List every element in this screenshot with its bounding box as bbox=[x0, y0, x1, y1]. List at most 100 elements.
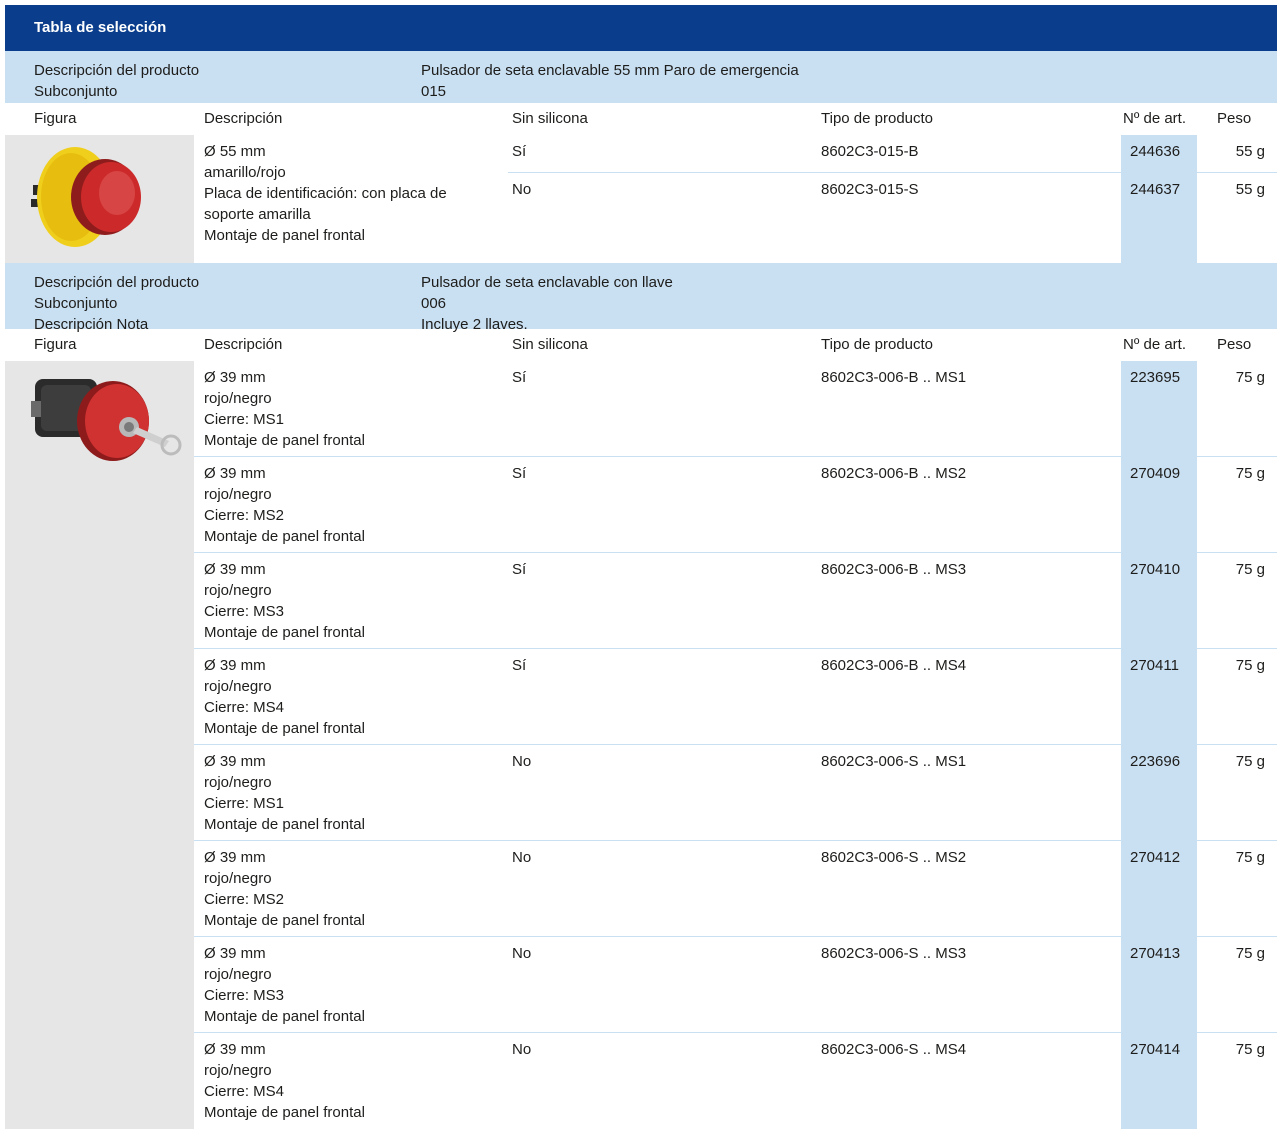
type-value: 8602C3-015-B bbox=[821, 143, 919, 160]
product-description: Ø 39 mm rojo/negro Cierre: MS2 Montaje de p… bbox=[204, 847, 365, 931]
table-title: Tabla de selección bbox=[5, 5, 1277, 51]
desc-line: Montaje de panel frontal bbox=[204, 912, 365, 929]
desc-line: rojo/negro bbox=[204, 582, 272, 599]
value-product-description: Pulsador de seta enclavable 55 mm Paro d… bbox=[421, 62, 799, 79]
peso-value: 75 g bbox=[1235, 1041, 1265, 1058]
desc-line: rojo/negro bbox=[204, 678, 272, 695]
type-value: 8602C3-015-S bbox=[821, 181, 919, 198]
desc-line: rojo/negro bbox=[204, 966, 272, 983]
product-description: Ø 39 mm rojo/negro Cierre: MS2 Montaje de p… bbox=[204, 463, 365, 547]
product-description: Ø 39 mm rojo/negro Cierre: MS3 Montaje de p… bbox=[204, 559, 365, 643]
product-description: Ø 39 mm rojo/negro Cierre: MS4 Montaje de p… bbox=[204, 1039, 365, 1123]
label-subassembly: Subconjunto bbox=[34, 295, 118, 312]
label-product-description: Descripción del producto bbox=[34, 62, 200, 79]
header-peso: Peso bbox=[1217, 110, 1252, 127]
art-value: 244637 bbox=[1130, 181, 1181, 198]
sil-value: No bbox=[512, 753, 532, 770]
sil-value: Sí bbox=[512, 369, 527, 386]
column-header-row: Figura Descripción Sin silicona Tipo de … bbox=[5, 103, 1277, 135]
product-info-006: Descripción del producto Subconjunto Des… bbox=[5, 263, 1277, 333]
sil-value: No bbox=[512, 1041, 532, 1058]
art-value: 270412 bbox=[1130, 849, 1181, 866]
desc-line: Montaje de panel frontal bbox=[204, 528, 365, 545]
type-value: 8602C3-006-S .. MS3 bbox=[821, 945, 967, 962]
header-tipo: Tipo de producto bbox=[821, 110, 934, 127]
peso-value: 75 g bbox=[1235, 753, 1265, 770]
desc-line: Ø 39 mm bbox=[204, 465, 266, 482]
art-value: 270413 bbox=[1130, 945, 1181, 962]
desc-line: Montaje de panel frontal bbox=[204, 720, 365, 737]
desc-line: rojo/negro bbox=[204, 486, 272, 503]
product-group-015: Ø 55 mm amarillo/rojo Placa de identific… bbox=[5, 135, 1277, 263]
art-value: 270410 bbox=[1130, 561, 1181, 578]
desc-line: Cierre: MS3 bbox=[204, 603, 285, 620]
desc-line: rojo/negro bbox=[204, 390, 272, 407]
sil-value: Sí bbox=[512, 561, 527, 578]
desc-line: Cierre: MS2 bbox=[204, 891, 285, 908]
table-row: Ø 39 mm rojo/negro Cierre: MS4 Montaje de p… bbox=[5, 1033, 1277, 1128]
type-value: 8602C3-006-B .. MS3 bbox=[821, 561, 967, 578]
desc-line: Cierre: MS1 bbox=[204, 411, 285, 428]
desc-line: Montaje de panel frontal bbox=[204, 1104, 365, 1121]
sil-value: Sí bbox=[512, 143, 527, 160]
header-descripcion: Descripción bbox=[204, 336, 283, 353]
value-subassembly: 015 bbox=[421, 83, 447, 100]
table-row: Ø 39 mm rojo/negro Cierre: MS3 Montaje de p… bbox=[5, 937, 1277, 1032]
product-description: Ø 39 mm rojo/negro Cierre: MS4 Montaje de p… bbox=[204, 655, 365, 739]
type-value: 8602C3-006-S .. MS2 bbox=[821, 849, 967, 866]
art-value: 270414 bbox=[1130, 1041, 1181, 1058]
desc-line: Montaje de panel frontal bbox=[204, 432, 365, 449]
art-value: 270411 bbox=[1130, 657, 1179, 674]
art-value: 223696 bbox=[1130, 753, 1181, 770]
desc-line: Ø 39 mm bbox=[204, 657, 266, 674]
art-value: 244636 bbox=[1130, 143, 1181, 160]
desc-line: Cierre: MS1 bbox=[204, 795, 285, 812]
product-description: Ø 39 mm rojo/negro Cierre: MS1 Montaje de p… bbox=[204, 751, 365, 835]
header-art: Nº de art. bbox=[1123, 336, 1187, 353]
desc-line: rojo/negro bbox=[204, 1062, 272, 1079]
table-row: Ø 39 mm rojo/negro Cierre: MS1 Montaje de p… bbox=[5, 745, 1277, 840]
desc-line: Ø 39 mm bbox=[204, 945, 266, 962]
header-figura: Figura bbox=[34, 110, 77, 127]
desc-line: Cierre: MS2 bbox=[204, 507, 285, 524]
peso-value: 75 g bbox=[1235, 945, 1265, 962]
table-row: Ø 39 mm rojo/negro Cierre: MS4 Montaje de p… bbox=[5, 649, 1277, 744]
value-subassembly: 006 bbox=[421, 295, 447, 312]
type-value: 8602C3-006-S .. MS1 bbox=[821, 753, 967, 770]
type-value: 8602C3-006-B .. MS2 bbox=[821, 465, 967, 482]
desc-line: rojo/negro bbox=[204, 774, 272, 791]
header-art: Nº de art. bbox=[1123, 110, 1187, 127]
peso-value: 55 g bbox=[1235, 181, 1265, 198]
art-value: 223695 bbox=[1130, 369, 1181, 386]
header-sin-silicona: Sin silicona bbox=[512, 110, 588, 127]
table-row: Ø 39 mm rojo/negro Cierre: MS3 Montaje de p… bbox=[5, 553, 1277, 648]
peso-value: 55 g bbox=[1235, 143, 1265, 160]
product-description: Ø 39 mm rojo/negro Cierre: MS3 Montaje de p… bbox=[204, 943, 365, 1027]
desc-line: rojo/negro bbox=[204, 870, 272, 887]
sil-value: Sí bbox=[512, 465, 527, 482]
product-info-015: Descripción del producto Subconjunto Pul… bbox=[5, 51, 1277, 103]
sil-value: No bbox=[512, 849, 532, 866]
desc-line: Ø 39 mm bbox=[204, 1041, 266, 1058]
product-description: Ø 39 mm rojo/negro Cierre: MS1 Montaje de p… bbox=[204, 367, 365, 451]
peso-value: 75 g bbox=[1235, 561, 1265, 578]
desc-line: Montaje de panel frontal bbox=[204, 624, 365, 641]
peso-value: 75 g bbox=[1235, 657, 1265, 674]
product-group-006: Ø 39 mm rojo/negro Cierre: MS1 Montaje de p… bbox=[5, 361, 1277, 1129]
type-value: 8602C3-006-B .. MS1 bbox=[821, 369, 967, 386]
column-header-row: Figura Descripción Sin silicona Tipo de … bbox=[5, 329, 1277, 361]
header-peso: Peso bbox=[1217, 336, 1252, 353]
table-row: Ø 39 mm rojo/negro Cierre: MS1 Montaje de p… bbox=[5, 361, 1277, 456]
table-row: Ø 39 mm rojo/negro Cierre: MS2 Montaje de p… bbox=[5, 457, 1277, 552]
value-product-description: Pulsador de seta enclavable con llave bbox=[421, 274, 673, 291]
type-value: 8602C3-006-S .. MS4 bbox=[821, 1041, 967, 1058]
sil-value: Sí bbox=[512, 657, 527, 674]
type-value: 8602C3-006-B .. MS4 bbox=[821, 657, 967, 674]
peso-value: 75 g bbox=[1235, 849, 1265, 866]
peso-value: 75 g bbox=[1235, 465, 1265, 482]
desc-line: Cierre: MS4 bbox=[204, 1083, 285, 1100]
desc-line: Cierre: MS3 bbox=[204, 987, 285, 1004]
sil-value: No bbox=[512, 181, 532, 198]
table-row: Sí 8602C3-015-B 244636 55 g bbox=[5, 135, 1277, 172]
peso-value: 75 g bbox=[1235, 369, 1265, 386]
